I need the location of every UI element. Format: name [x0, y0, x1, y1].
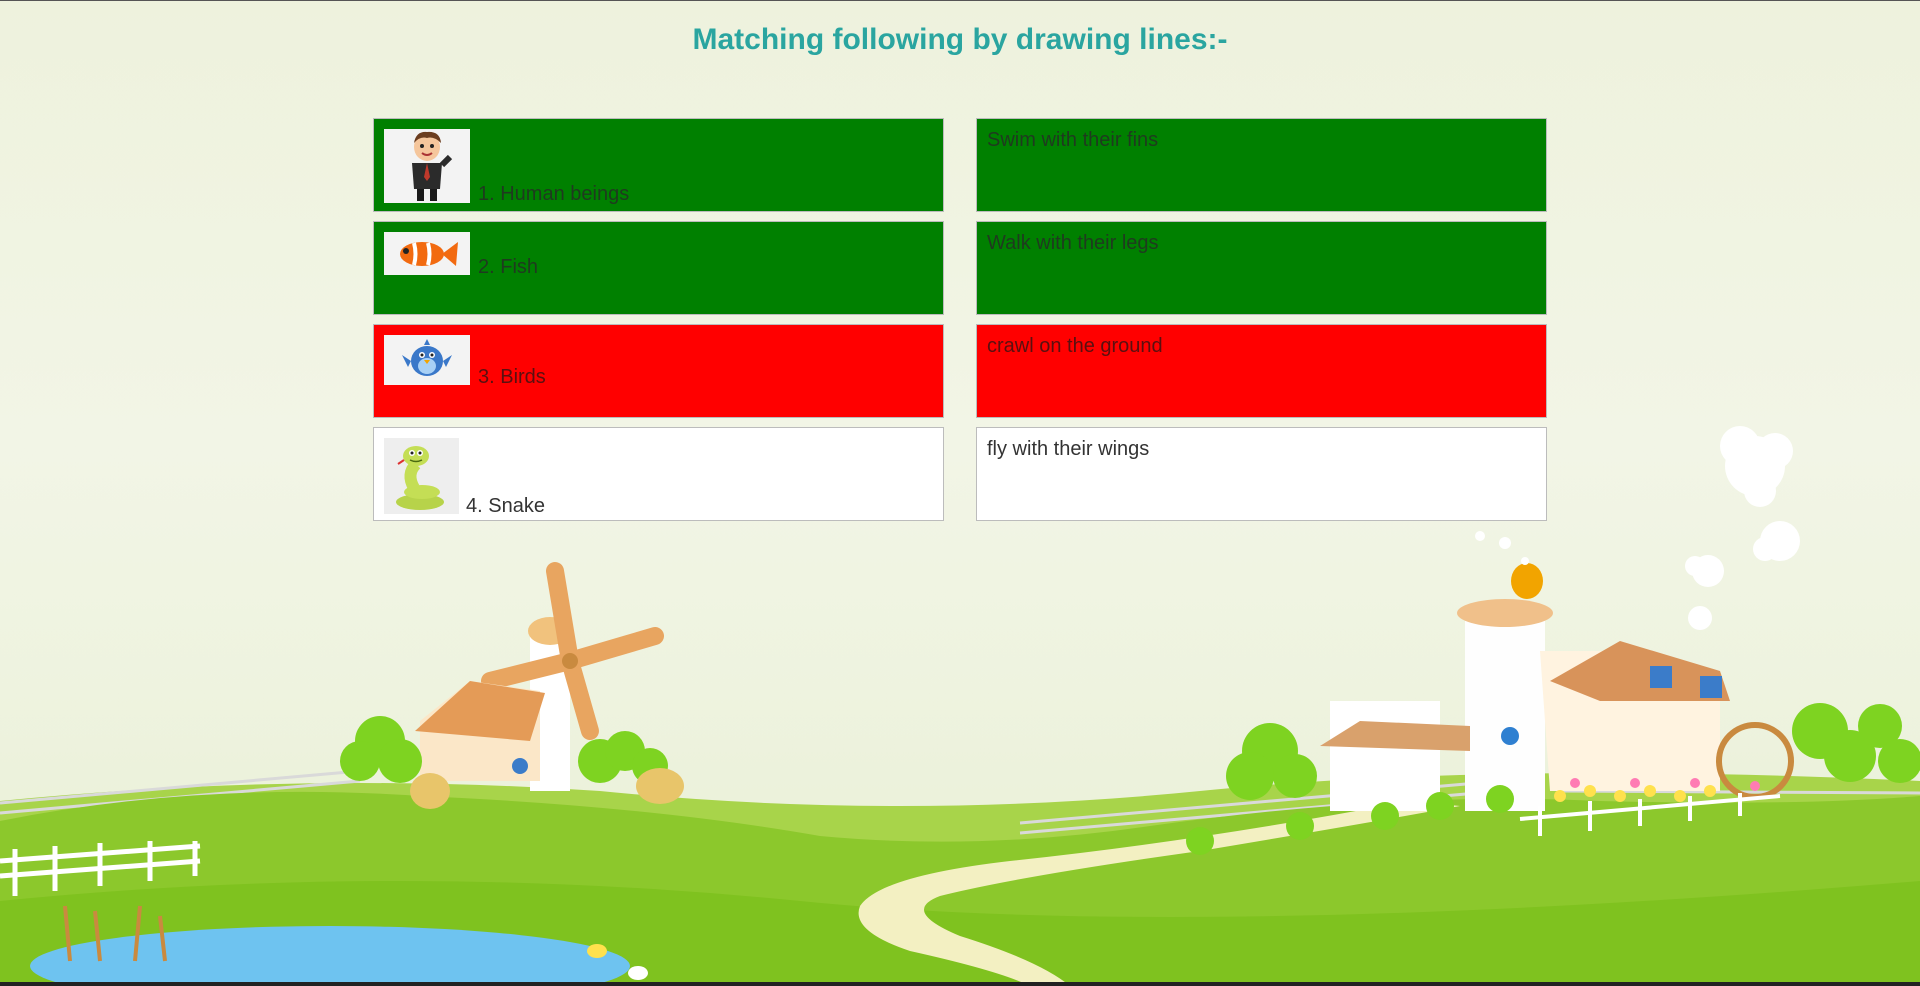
right-column: Swim with their fins Walk with their leg… [976, 118, 1547, 530]
left-item-snake[interactable]: 4. Snake [373, 427, 944, 521]
right-item-fly[interactable]: fly with their wings [976, 427, 1547, 521]
bird-icon [384, 335, 470, 385]
left-column: 1. Human beings 2. Fish 3. Birds 4. Snak… [373, 118, 944, 530]
left-item-fish[interactable]: 2. Fish [373, 221, 944, 315]
right-item-label: fly with their wings [987, 438, 1150, 460]
human-icon [384, 129, 470, 203]
right-item-walk[interactable]: Walk with their legs [976, 221, 1547, 315]
snake-icon [384, 438, 459, 514]
farm-background-illustration [0, 426, 1920, 986]
right-item-label: crawl on the ground [987, 335, 1163, 357]
left-item-human-beings[interactable]: 1. Human beings [373, 118, 944, 212]
right-item-label: Walk with their legs [987, 232, 1159, 254]
right-item-swim[interactable]: Swim with their fins [976, 118, 1547, 212]
right-item-crawl[interactable]: crawl on the ground [976, 324, 1547, 418]
right-item-label: Swim with their fins [987, 129, 1159, 151]
fish-icon [384, 232, 470, 275]
page-title: Matching following by drawing lines:- [692, 23, 1228, 56]
left-item-label: 4. Snake [466, 495, 545, 517]
left-item-label: 3. Birds [478, 366, 546, 388]
left-item-birds[interactable]: 3. Birds [373, 324, 944, 418]
left-item-label: 1. Human beings [478, 183, 630, 205]
left-item-label: 2. Fish [478, 256, 539, 278]
